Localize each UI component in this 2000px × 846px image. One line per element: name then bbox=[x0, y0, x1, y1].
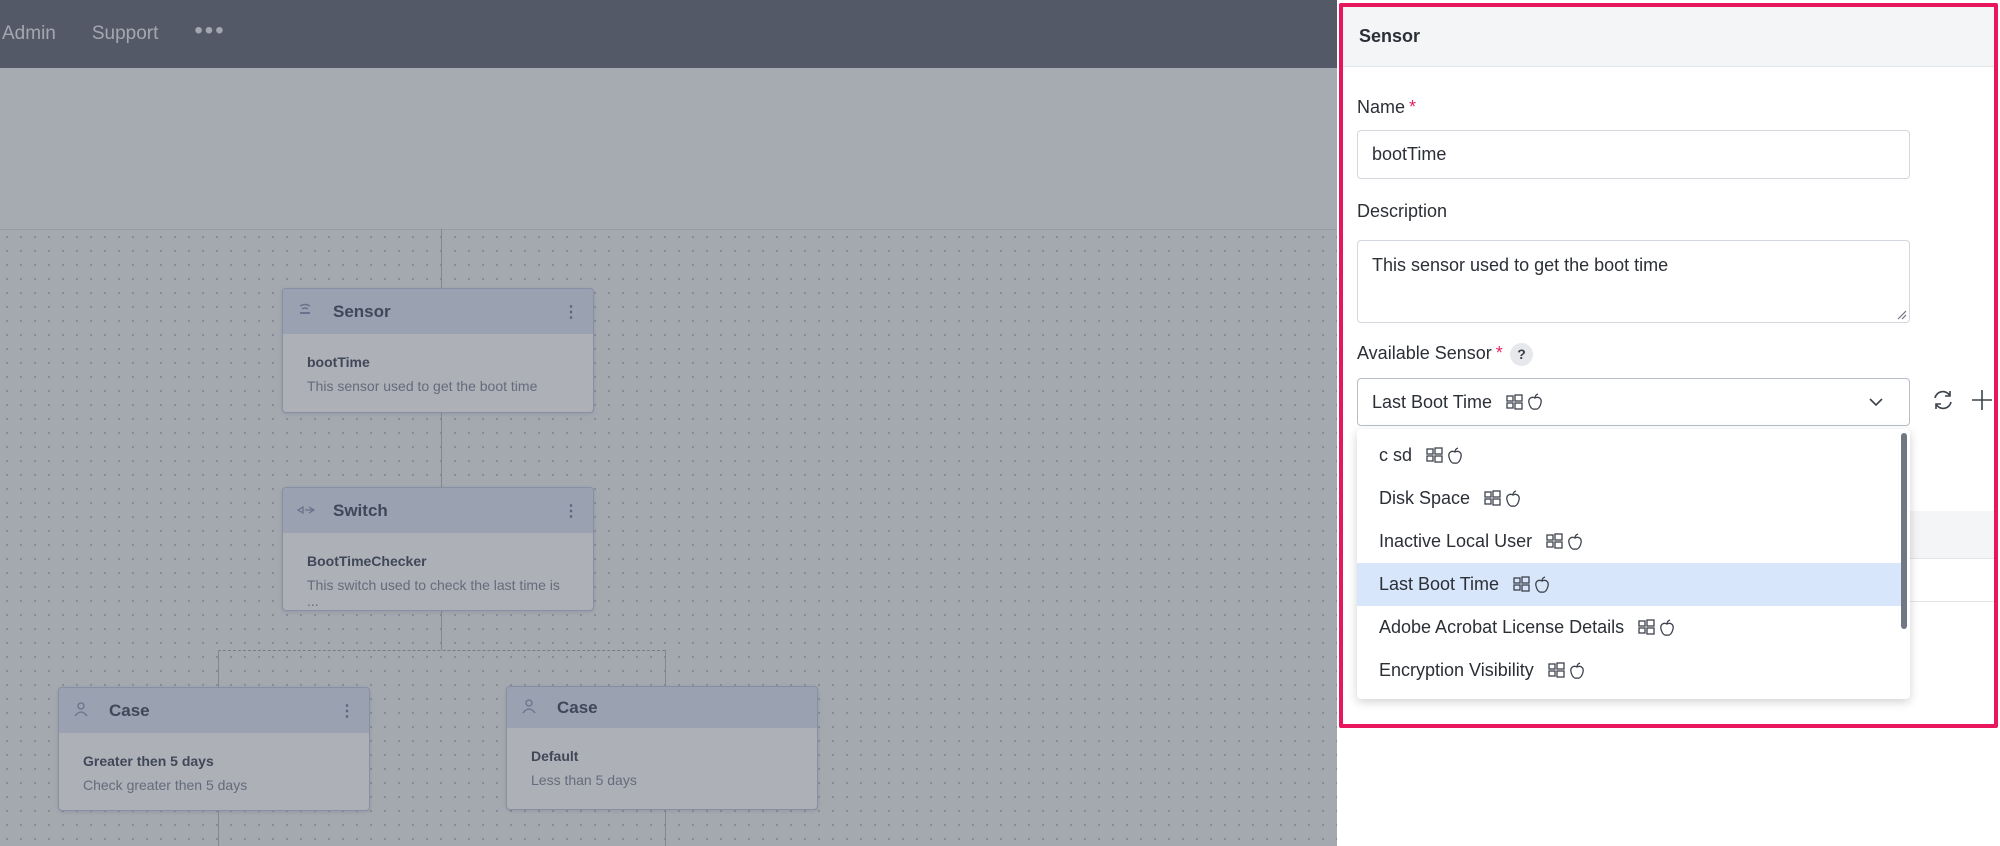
os-icons bbox=[1638, 618, 1675, 637]
node-header: Switch ⋮ bbox=[283, 488, 593, 533]
node-header: Sensor ⋮ bbox=[283, 289, 593, 334]
description-label: Description bbox=[1357, 201, 1448, 221]
chevron-down-icon[interactable] bbox=[1867, 393, 1885, 411]
help-icon[interactable]: ? bbox=[1510, 343, 1533, 366]
connector-line bbox=[665, 810, 666, 846]
name-field[interactable]: bootTime bbox=[1357, 130, 1910, 179]
connector-line bbox=[665, 650, 666, 687]
node-name: BootTimeChecker bbox=[307, 553, 427, 569]
connector-line bbox=[218, 650, 219, 687]
switch-node[interactable]: Switch ⋮ BootTimeChecker This switch use… bbox=[282, 487, 594, 611]
option-label: Adobe Acrobat License Details bbox=[1379, 617, 1625, 637]
apple-icon bbox=[1448, 446, 1462, 464]
refresh-icon[interactable] bbox=[1931, 388, 1955, 412]
plus-icon[interactable] bbox=[1970, 388, 1994, 412]
os-icons bbox=[1546, 532, 1583, 551]
dropdown-scrollbar[interactable] bbox=[1901, 433, 1907, 629]
panel-header: Sensor bbox=[1341, 7, 1996, 67]
available-sensor-label: Available Sensor * bbox=[1357, 343, 1503, 364]
node-header: Case bbox=[507, 687, 817, 728]
background-table-divider bbox=[1900, 601, 1996, 602]
nav-support[interactable]: Support bbox=[92, 23, 159, 45]
person-icon bbox=[521, 698, 543, 717]
option-label: Disk Space bbox=[1379, 488, 1471, 508]
description-field[interactable]: This sensor used to get the boot time bbox=[1357, 240, 1910, 323]
windows-icon bbox=[1506, 393, 1523, 410]
windows-icon bbox=[1513, 576, 1530, 592]
windows-icon bbox=[1546, 533, 1563, 549]
name-label-text: Name bbox=[1357, 97, 1406, 117]
apple-icon bbox=[1660, 618, 1674, 636]
node-name: Default bbox=[531, 748, 579, 764]
windows-icon bbox=[1548, 662, 1565, 678]
case-node-greater[interactable]: Case ⋮ Greater then 5 days Check greater… bbox=[58, 687, 370, 811]
option-encryption-visibility[interactable]: Encryption Visibility bbox=[1357, 649, 1902, 692]
os-icons bbox=[1513, 575, 1550, 594]
background-table-header bbox=[1900, 511, 1996, 559]
name-field-value: bootTime bbox=[1372, 144, 1447, 164]
connector-line bbox=[441, 611, 442, 650]
available-sensor-label-text: Available Sensor bbox=[1357, 343, 1492, 363]
os-icons bbox=[1484, 489, 1521, 508]
workflow-canvas-area: Admin Support ••• Sensor ⋮ bootTime This… bbox=[0, 0, 1337, 846]
option-label: Encryption Visibility bbox=[1379, 660, 1534, 680]
option-label: Inactive Local User bbox=[1379, 531, 1533, 551]
node-name: Greater then 5 days bbox=[83, 753, 214, 769]
node-name: bootTime bbox=[307, 354, 370, 370]
apple-icon bbox=[1506, 489, 1520, 507]
node-menu-icon[interactable]: ⋮ bbox=[339, 701, 355, 721]
windows-icon bbox=[1484, 490, 1501, 506]
case-node-default[interactable]: Case Default Less than 5 days bbox=[506, 686, 818, 810]
person-icon bbox=[73, 701, 95, 720]
node-description: Check greater then 5 days bbox=[83, 777, 248, 793]
panel-title: Sensor bbox=[1359, 26, 1421, 46]
node-title: Switch bbox=[333, 500, 388, 520]
description-field-value: This sensor used to get the boot time bbox=[1372, 255, 1669, 275]
resize-handle-icon[interactable] bbox=[1895, 308, 1907, 320]
node-description: This sensor used to get the boot time bbox=[307, 378, 538, 394]
more-menu-icon[interactable]: ••• bbox=[194, 17, 225, 45]
apple-icon bbox=[1528, 393, 1542, 410]
connector-line bbox=[218, 650, 665, 651]
node-title: Sensor bbox=[333, 301, 391, 321]
node-title: Case bbox=[557, 697, 598, 717]
node-header: Case ⋮ bbox=[59, 688, 369, 733]
sensor-options-dropdown: c sd Disk Space Inactive Local User Last… bbox=[1357, 429, 1910, 699]
available-sensor-select[interactable]: Last Boot Time bbox=[1357, 378, 1910, 426]
apple-icon bbox=[1569, 661, 1584, 679]
apple-icon bbox=[1568, 532, 1582, 550]
node-description: This switch used to check the last time … bbox=[307, 577, 560, 609]
nav-admin[interactable]: Admin bbox=[2, 23, 56, 45]
option-adobe-acrobat-license-details[interactable]: Adobe Acrobat License Details bbox=[1357, 606, 1902, 649]
connector-line bbox=[441, 229, 442, 288]
os-icons bbox=[1506, 393, 1543, 411]
name-label: Name * bbox=[1357, 97, 1416, 118]
canvas-header-area bbox=[0, 68, 1337, 229]
windows-icon bbox=[1426, 447, 1443, 463]
option-label: Last Boot Time bbox=[1379, 574, 1500, 594]
option-c-sd[interactable]: c sd bbox=[1357, 434, 1902, 477]
required-mark: * bbox=[1495, 343, 1503, 363]
node-menu-icon[interactable]: ⋮ bbox=[563, 302, 579, 322]
node-title: Case bbox=[109, 700, 150, 720]
option-label: c sd bbox=[1379, 445, 1413, 465]
option-last-boot-time[interactable]: Last Boot Time bbox=[1357, 563, 1902, 606]
connector-line bbox=[441, 413, 442, 487]
windows-icon bbox=[1638, 619, 1655, 635]
option-disk-space[interactable]: Disk Space bbox=[1357, 477, 1902, 520]
sensor-icon bbox=[297, 302, 319, 321]
sensor-node[interactable]: Sensor ⋮ bootTime This sensor used to ge… bbox=[282, 288, 594, 413]
os-icons bbox=[1548, 661, 1585, 680]
node-menu-icon[interactable]: ⋮ bbox=[563, 501, 579, 521]
connector-line bbox=[218, 810, 219, 846]
switch-icon bbox=[296, 503, 319, 519]
option-inactive-local-user[interactable]: Inactive Local User bbox=[1357, 520, 1902, 563]
selected-sensor-value: Last Boot Time bbox=[1372, 391, 1493, 412]
top-navigation-bar: Admin Support ••• bbox=[0, 0, 1337, 68]
required-mark: * bbox=[1409, 97, 1417, 117]
node-description: Less than 5 days bbox=[531, 772, 637, 788]
apple-icon bbox=[1535, 575, 1549, 593]
os-icons bbox=[1426, 446, 1463, 465]
